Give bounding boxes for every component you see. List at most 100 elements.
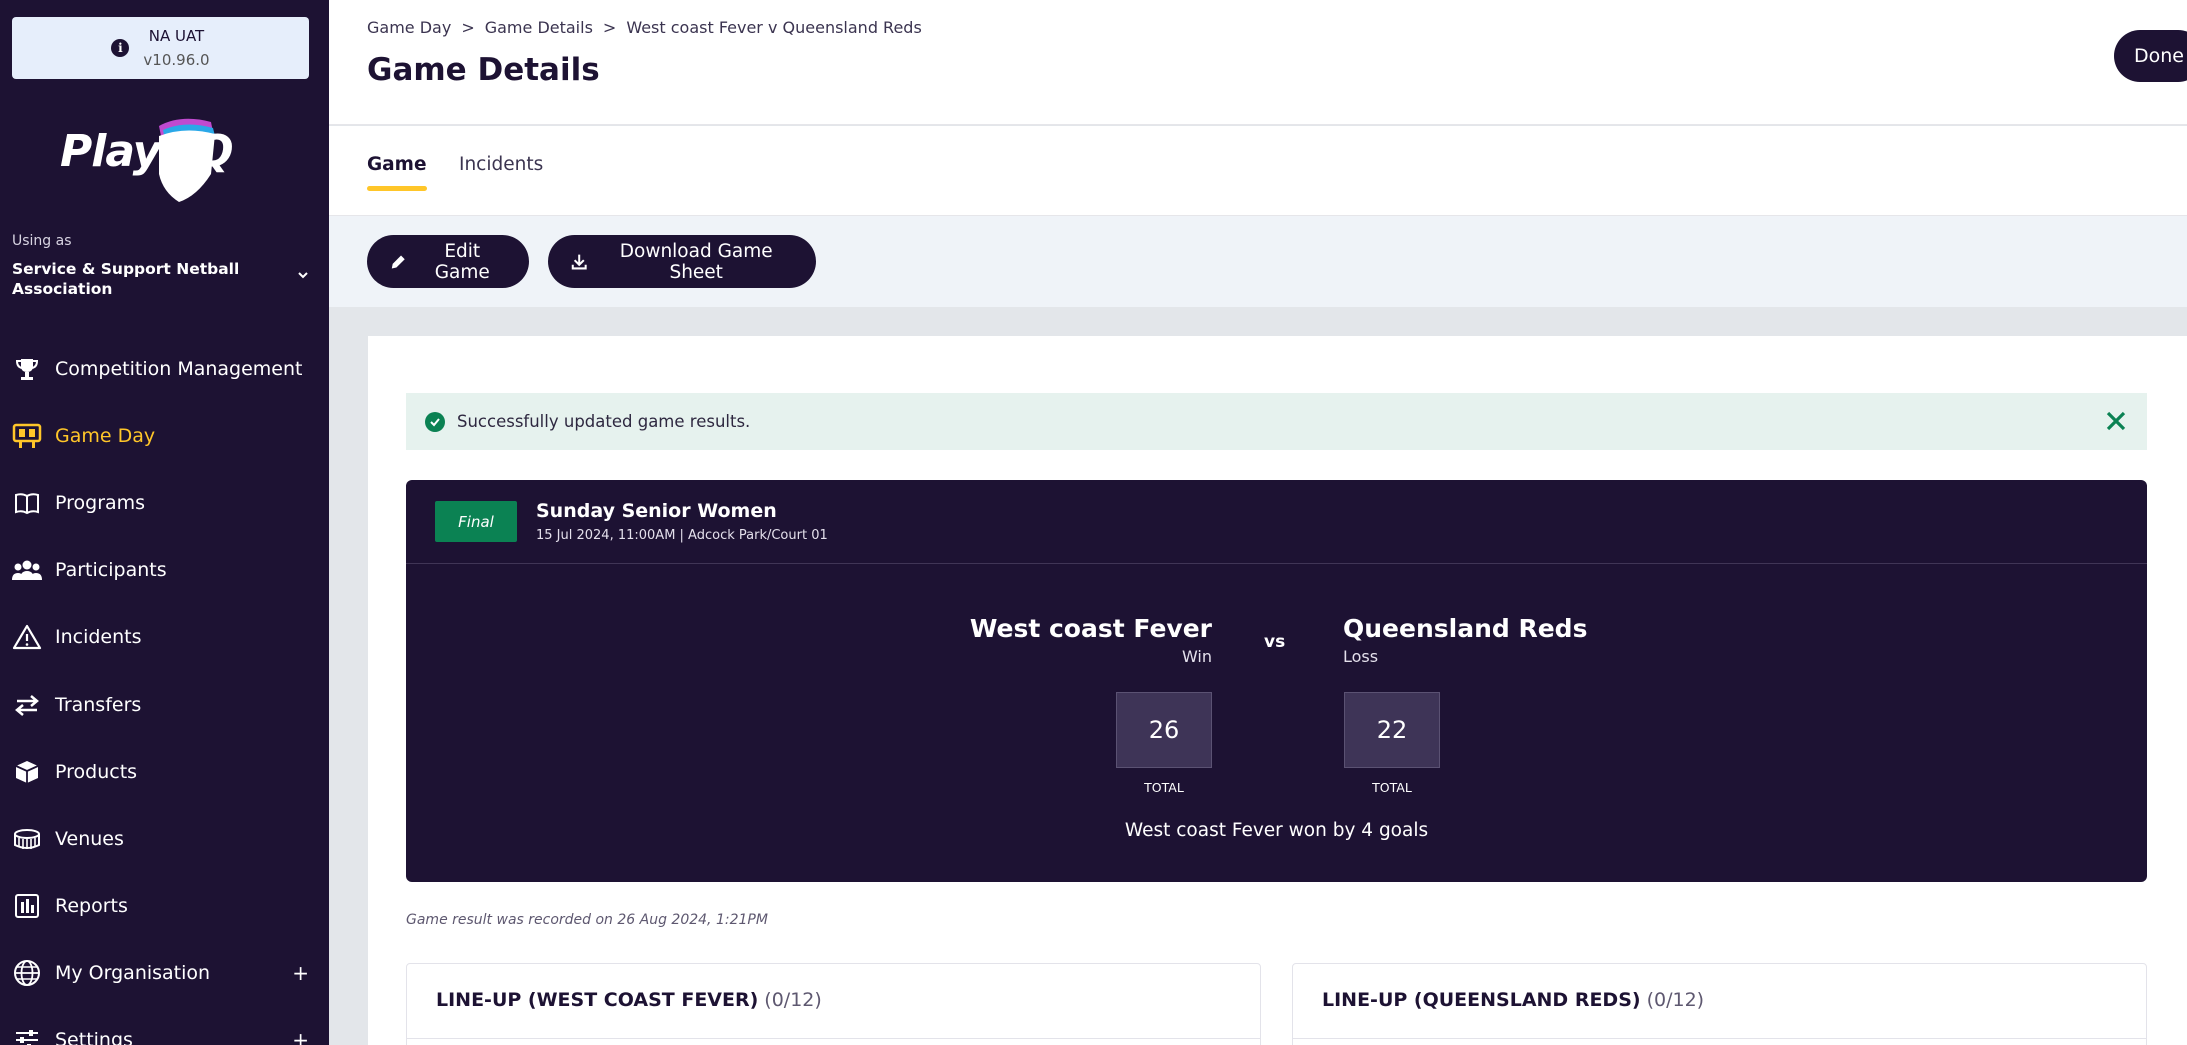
- sidebar-item-venues[interactable]: Venues: [0, 805, 329, 872]
- warning-icon: [11, 621, 43, 653]
- lineup-title-text: LINE-UP (QUEENSLAND REDS): [1322, 989, 1641, 1011]
- info-icon: i: [111, 39, 130, 57]
- sidebar-item-label: Incidents: [55, 626, 142, 649]
- away-score-label: TOTAL: [1372, 780, 1412, 795]
- game-meta: 15 Jul 2024, 11:00AM | Adcock Park/Court…: [536, 528, 828, 543]
- success-banner: Successfully updated game results.: [406, 393, 2147, 450]
- download-icon: [571, 254, 587, 269]
- check-circle-icon: [425, 411, 445, 432]
- home-team: West coast Fever Win: [970, 614, 1212, 666]
- sidebar-item-game-day[interactable]: Game Day: [0, 402, 329, 469]
- breadcrumb-item-game-details[interactable]: Game Details: [485, 18, 593, 37]
- scoreboard-icon: [11, 420, 43, 452]
- page-title: Game Details: [367, 52, 600, 88]
- trophy-icon: [11, 353, 43, 385]
- edit-game-button[interactable]: Edit Game: [367, 235, 529, 288]
- sidebar-item-label: Transfers: [55, 693, 142, 716]
- action-bar: Edit Game Download Game Sheet: [329, 216, 2187, 307]
- sidebar-item-my-organisation[interactable]: My Organisation +: [0, 940, 329, 1007]
- sidebar-item-label: Venues: [55, 827, 124, 850]
- report-chart-icon: [11, 890, 43, 922]
- away-team: Queensland Reds Loss: [1343, 614, 1587, 666]
- competition-name: Sunday Senior Women: [536, 500, 777, 522]
- using-as-label: Using as: [12, 233, 72, 249]
- lineup-count: (0/12): [764, 989, 822, 1011]
- logo-text: PlayHQ: [60, 126, 234, 177]
- expand-plus-icon[interactable]: +: [292, 961, 309, 985]
- breadcrumb: Game Day > Game Details > West coast Fev…: [367, 18, 922, 37]
- sidebar-item-label: Reports: [55, 895, 128, 918]
- divider: [1293, 1038, 2146, 1039]
- sidebar-item-label: Settings: [55, 1029, 133, 1045]
- lineup-title: LINE-UP (QUEENSLAND REDS) (0/12): [1322, 989, 1704, 1011]
- sidebar-item-competition-management[interactable]: Competition Management: [0, 335, 329, 402]
- score-card-header: Final Sunday Senior Women 15 Jul 2024, 1…: [406, 480, 2147, 564]
- game-content: Successfully updated game results. Final…: [368, 336, 2187, 1045]
- organisation-selector[interactable]: Service & Support Netball Association: [12, 259, 292, 299]
- pencil-icon: [391, 255, 405, 268]
- download-game-sheet-button[interactable]: Download Game Sheet: [548, 235, 816, 288]
- active-tab-indicator: [367, 186, 427, 191]
- environment-name: NA UAT: [148, 27, 205, 45]
- chevron-down-icon[interactable]: [296, 268, 310, 282]
- sidebar-item-programs[interactable]: Programs: [0, 469, 329, 536]
- divider: [407, 1038, 1260, 1039]
- home-score: 26: [1116, 692, 1212, 768]
- status-badge: Final: [435, 501, 517, 542]
- sidebar-nav: Competition Management Game Day Programs…: [0, 335, 329, 1045]
- tab-game[interactable]: Game: [367, 154, 427, 191]
- breadcrumb-item-current: West coast Fever v Queensland Reds: [626, 18, 922, 37]
- sidebar-item-participants[interactable]: Participants: [0, 537, 329, 604]
- result-summary: West coast Fever won by 4 goals: [1124, 820, 1429, 841]
- vs-label: vs: [1264, 632, 1286, 652]
- done-button[interactable]: Done: [2114, 30, 2187, 82]
- away-score: 22: [1344, 692, 1440, 768]
- transfer-arrows-icon: [11, 689, 43, 721]
- lineup-title: LINE-UP (WEST COAST FEVER) (0/12): [436, 989, 822, 1011]
- sidebar-item-reports[interactable]: Reports: [0, 873, 329, 940]
- lineup-count: (0/12): [1646, 989, 1705, 1011]
- sidebar-item-settings[interactable]: Settings +: [0, 1007, 329, 1045]
- home-score-label: TOTAL: [1144, 780, 1184, 795]
- sidebar: i NA UAT v10.96.0 PlayHQ Using as Servic…: [0, 0, 329, 1045]
- sidebar-item-label: My Organisation: [55, 962, 211, 985]
- sidebar-item-label: Competition Management: [55, 357, 303, 380]
- stadium-icon: [11, 823, 43, 855]
- home-team-name: West coast Fever: [969, 614, 1212, 643]
- score-card: Final Sunday Senior Women 15 Jul 2024, 1…: [406, 480, 2147, 882]
- sliders-icon: [11, 1024, 43, 1045]
- breadcrumb-separator: >: [461, 18, 475, 37]
- sidebar-item-label: Participants: [55, 559, 167, 582]
- away-team-name: Queensland Reds: [1343, 614, 1588, 643]
- home-team-result: Win: [1181, 647, 1212, 666]
- tab-label: Incidents: [459, 154, 544, 175]
- sidebar-item-incidents[interactable]: Incidents: [0, 604, 329, 671]
- result-recorded-note: Game result was recorded on 26 Aug 2024,…: [406, 912, 768, 928]
- breadcrumb-item-game-day[interactable]: Game Day: [367, 18, 451, 37]
- playhq-logo[interactable]: PlayHQ: [55, 112, 245, 202]
- edit-game-label: Edit Game: [434, 240, 490, 283]
- environment-version: v10.96.0: [143, 51, 210, 69]
- page-header: Game Day > Game Details > West coast Fev…: [329, 0, 2187, 125]
- box-icon: [11, 756, 43, 788]
- people-icon: [11, 554, 43, 586]
- sidebar-item-products[interactable]: Products: [0, 738, 329, 805]
- book-icon: [11, 487, 43, 519]
- sidebar-item-label: Products: [55, 760, 138, 783]
- lineup-home: LINE-UP (WEST COAST FEVER) (0/12): [406, 963, 1261, 1045]
- lineup-away: LINE-UP (QUEENSLAND REDS) (0/12): [1292, 963, 2147, 1045]
- tab-label: Game: [367, 154, 427, 175]
- sidebar-item-label: Programs: [55, 491, 146, 514]
- away-team-result: Loss: [1343, 647, 1379, 666]
- close-icon[interactable]: [2103, 408, 2129, 434]
- tab-incidents[interactable]: Incidents: [459, 154, 543, 175]
- expand-plus-icon[interactable]: +: [292, 1028, 309, 1045]
- breadcrumb-separator: >: [602, 18, 617, 37]
- download-game-sheet-label: Download Game Sheet: [619, 240, 773, 283]
- success-message: Successfully updated game results.: [457, 412, 751, 431]
- environment-badge: i NA UAT v10.96.0: [12, 17, 309, 79]
- globe-icon: [11, 957, 43, 989]
- sidebar-item-transfers[interactable]: Transfers: [0, 671, 329, 738]
- lineup-title-text: LINE-UP (WEST COAST FEVER): [436, 989, 759, 1011]
- sidebar-item-label: Game Day: [55, 424, 156, 447]
